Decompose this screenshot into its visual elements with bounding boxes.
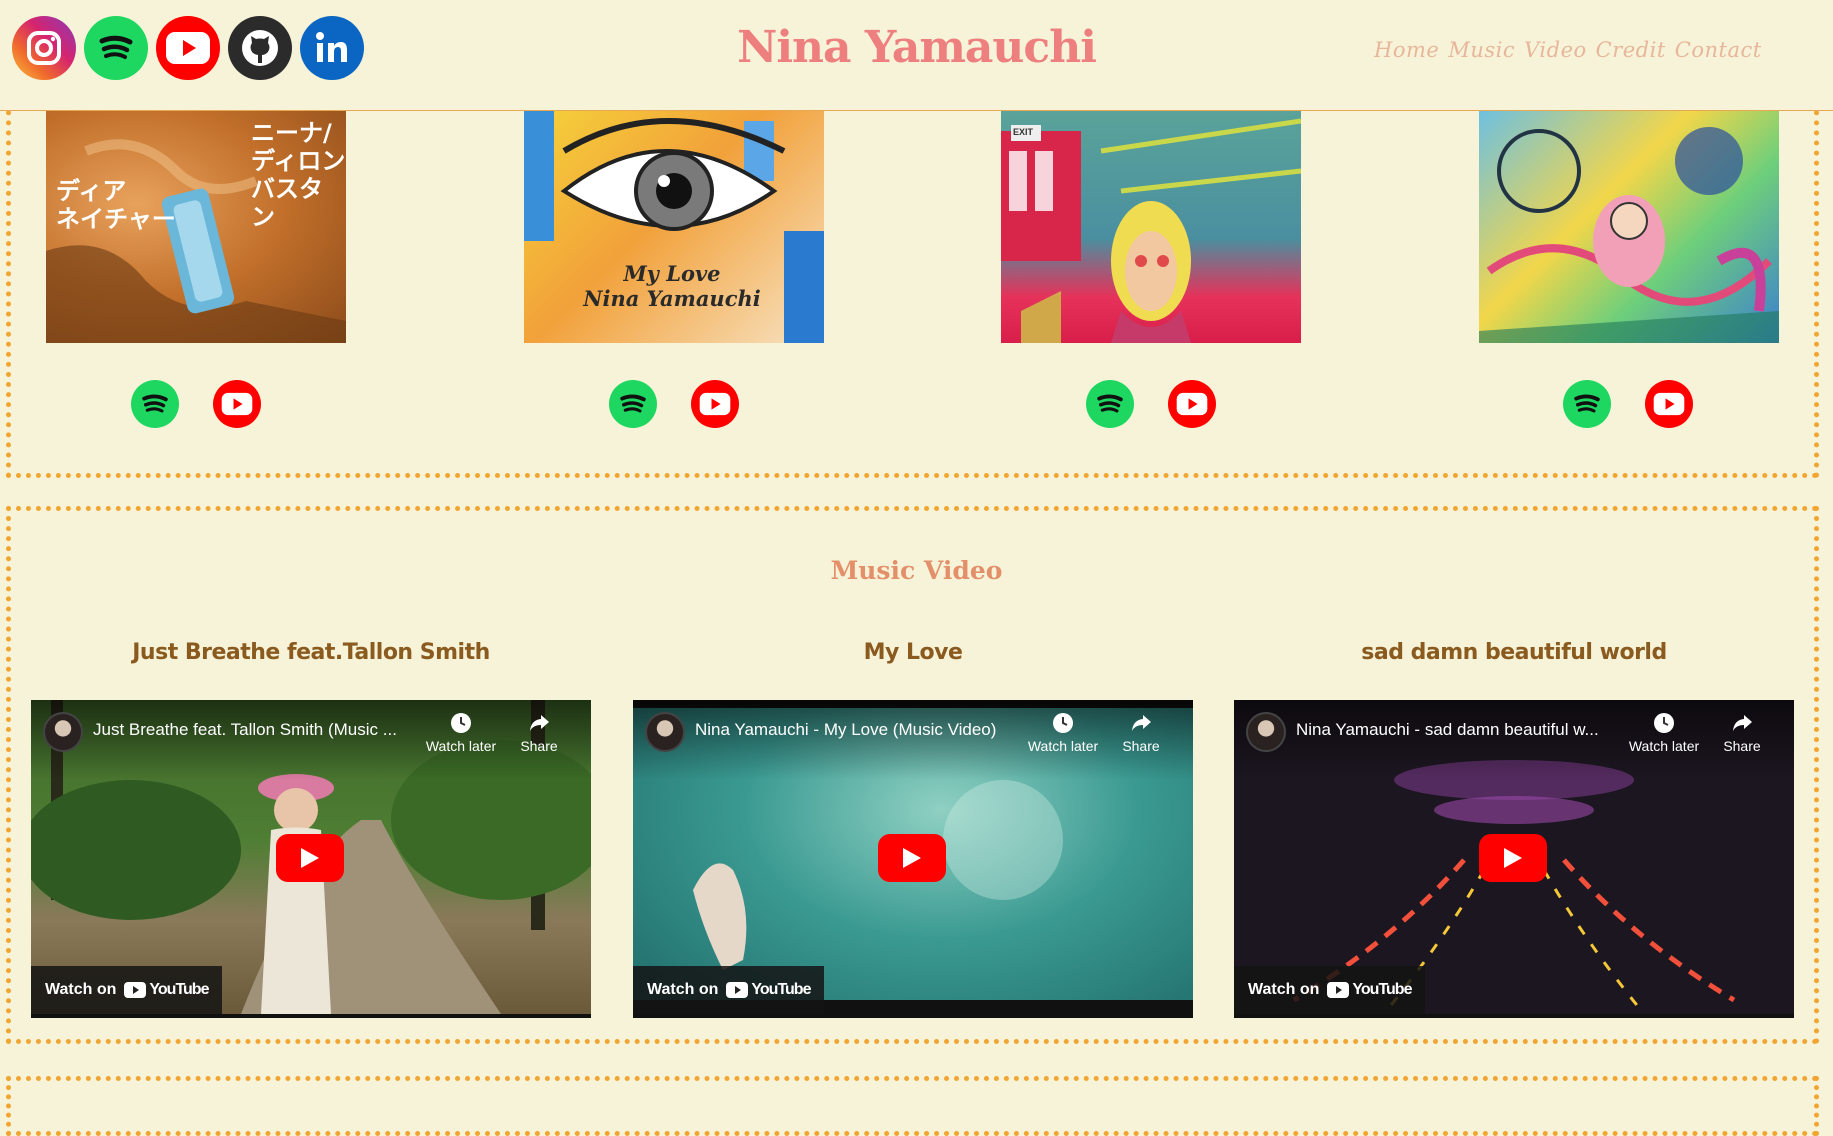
share-label: Share (520, 738, 558, 754)
video-player-title[interactable]: Just Breathe feat. Tallon Smith (Music .… (93, 720, 423, 740)
album-art-text: ディア ネイチャー (56, 177, 176, 233)
album-1-youtube-icon[interactable] (213, 380, 261, 428)
video-label-just-breathe: Just Breathe feat.Tallon Smith (132, 640, 490, 665)
video-overlay (31, 700, 591, 780)
album-caption-line: My Love (623, 261, 721, 286)
share-icon (1733, 715, 1752, 731)
site-header: Nina Yamauchi Home Music Video Credit Co… (0, 0, 1833, 111)
channel-avatar[interactable] (1246, 712, 1286, 752)
play-icon (1504, 848, 1522, 868)
watch-on-label: Watch on (1248, 981, 1320, 998)
album-4-youtube-icon[interactable] (1645, 380, 1693, 428)
watch-on-youtube-button[interactable]: Watch on YouTube (1234, 966, 1426, 1014)
album-art-line: ネイチャー (56, 205, 176, 233)
share-icon (530, 715, 549, 731)
clock-icon (451, 713, 471, 733)
play-icon (301, 848, 319, 868)
video-player-my-love[interactable]: Nina Yamauchi - My Love (Music Video) Wa… (633, 700, 1193, 1018)
album-2-youtube-icon[interactable] (691, 380, 739, 428)
album-cover-4[interactable] (1479, 111, 1779, 343)
album-caption: My Love Nina Yamauchi (542, 261, 802, 311)
play-icon (903, 848, 921, 868)
youtube-logo: YouTube (1327, 981, 1412, 999)
watch-later-button[interactable]: Watch later (1624, 712, 1704, 754)
video-label-sad-damn-beautiful-world: sad damn beautiful world (1361, 640, 1667, 665)
watch-later-label: Watch later (1628, 738, 1700, 754)
youtube-logo-text: YouTube (149, 981, 209, 998)
watch-on-youtube-button[interactable]: Watch on YouTube (633, 966, 825, 1014)
video-overlay (1234, 700, 1794, 780)
youtube-logo-text: YouTube (751, 981, 811, 998)
nav-contact[interactable]: Contact (1675, 38, 1762, 62)
album-cover-my-love[interactable]: My Love Nina Yamauchi (524, 111, 824, 343)
album-art-line: バスタン (251, 175, 323, 231)
album-cover-dear-nature[interactable]: ニーナ/ ディロン バスタン ディア ネイチャー (46, 111, 346, 343)
watch-on-youtube-button[interactable]: Watch on YouTube (31, 966, 223, 1014)
share-button[interactable]: Share (1712, 712, 1772, 754)
watch-later-button[interactable]: Watch later (421, 712, 501, 754)
nav-home[interactable]: Home (1374, 38, 1439, 62)
play-button[interactable] (878, 834, 946, 882)
album-caption-line: Nina Yamauchi (583, 286, 761, 311)
share-icon (1132, 715, 1151, 731)
album-4-spotify-icon[interactable] (1563, 380, 1611, 428)
youtube-logo: YouTube (124, 981, 209, 999)
watch-later-label: Watch later (425, 738, 497, 754)
watch-on-label: Watch on (45, 981, 117, 998)
nav-music[interactable]: Music (1448, 38, 1515, 62)
album-art-line: ディア (56, 177, 127, 205)
share-button[interactable]: Share (509, 712, 569, 754)
share-label: Share (1723, 738, 1761, 754)
clock-icon (1053, 713, 1073, 733)
video-player-title[interactable]: Nina Yamauchi - sad damn beautiful w... (1296, 720, 1626, 740)
youtube-logo: YouTube (726, 981, 811, 999)
album-1-spotify-icon[interactable] (131, 380, 179, 428)
channel-avatar[interactable] (645, 712, 685, 752)
share-label: Share (1122, 738, 1160, 754)
album-art-line: ディロン (251, 147, 346, 175)
video-player-just-breathe[interactable]: Just Breathe feat. Tallon Smith (Music .… (31, 700, 591, 1018)
album-art-text: ニーナ/ ディロン バスタン (251, 119, 346, 231)
nav-credit[interactable]: Credit (1596, 38, 1666, 62)
music-video-heading: Music Video (830, 556, 1003, 585)
video-player-title[interactable]: Nina Yamauchi - My Love (Music Video) (695, 720, 1025, 740)
nav-video[interactable]: Video (1524, 38, 1587, 62)
next-section (6, 1076, 1819, 1136)
channel-avatar[interactable] (43, 712, 83, 752)
youtube-logo-text: YouTube (1352, 981, 1412, 998)
album-art-line: ニーナ/ (251, 119, 332, 147)
video-label-my-love: My Love (863, 640, 963, 665)
album-cover-3[interactable]: EXIT (1001, 111, 1301, 343)
clock-icon (1654, 713, 1674, 733)
album-2-spotify-icon[interactable] (609, 380, 657, 428)
album-art-sign: EXIT (1013, 127, 1034, 137)
play-button[interactable] (1479, 834, 1547, 882)
video-player-sad-damn-beautiful-world[interactable]: Nina Yamauchi - sad damn beautiful w... … (1234, 700, 1794, 1018)
watch-on-label: Watch on (647, 981, 719, 998)
watch-later-button[interactable]: Watch later (1023, 712, 1103, 754)
play-button[interactable] (276, 834, 344, 882)
watch-later-label: Watch later (1027, 738, 1099, 754)
album-3-spotify-icon[interactable] (1086, 380, 1134, 428)
album-3-youtube-icon[interactable] (1168, 380, 1216, 428)
video-overlay (633, 700, 1193, 780)
main-nav: Home Music Video Credit Contact (1374, 38, 1762, 62)
share-button[interactable]: Share (1111, 712, 1171, 754)
